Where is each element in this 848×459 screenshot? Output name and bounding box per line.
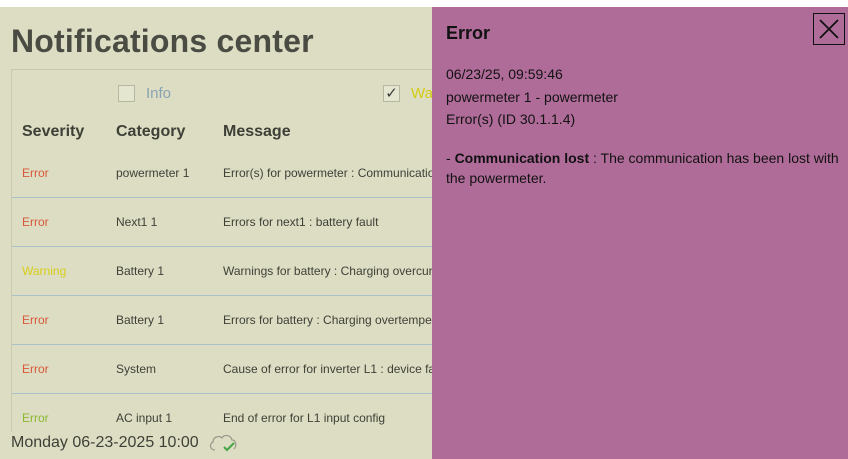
error-detail-overlay: Error 06/23/25, 09:59:46 powermeter 1 - … — [432, 7, 848, 459]
detail-item: - Communication lost : The communication… — [446, 148, 848, 188]
category-cell: Next1 1 — [116, 215, 158, 229]
table-row[interactable]: Error Next1 1 Errors for next1 : battery… — [12, 198, 452, 247]
column-category[interactable]: Category — [116, 123, 185, 141]
severity-cell: Error — [22, 166, 49, 180]
filter-info[interactable]: Info — [118, 85, 171, 102]
severity-cell: Error — [22, 411, 49, 425]
severity-cell: Error — [22, 362, 49, 376]
detail-source: powermeter 1 - powermeter — [446, 89, 618, 105]
close-icon — [819, 19, 839, 39]
table-row[interactable]: Error AC input 1 End of error for L1 inp… — [12, 394, 452, 432]
message-cell: Errors for next1 : battery fault — [223, 215, 379, 229]
detail-item-name: Communication lost — [454, 150, 590, 166]
detail-item-prefix: - — [446, 150, 455, 166]
notification-list: Error powermeter 1 Error(s) for powermet… — [12, 149, 452, 432]
table-row[interactable]: Error System Cause of error for inverter… — [12, 345, 452, 394]
detail-timestamp: 06/23/25, 09:59:46 — [446, 66, 563, 82]
category-cell: System — [116, 362, 157, 376]
message-cell: Error(s) for powermeter : Communication … — [223, 166, 453, 180]
cloud-check-icon — [209, 434, 237, 452]
message-cell: Errors for battery : Charging overtemper… — [223, 313, 453, 327]
table-row[interactable]: Error powermeter 1 Error(s) for powermet… — [12, 149, 452, 198]
message-cell: End of error for L1 input config — [223, 411, 386, 425]
column-severity[interactable]: Severity — [22, 123, 84, 141]
table-header: Severity Category Message — [12, 123, 452, 147]
category-cell: AC input 1 — [116, 411, 173, 425]
notifications-panel: Info ✓ Warning Severity Category Message… — [11, 69, 453, 432]
status-datetime: Monday 06-23-2025 10:00 — [11, 434, 199, 451]
table-row[interactable]: Error Battery 1 Errors for battery : Cha… — [12, 296, 452, 345]
page-title: Notifications center — [11, 23, 314, 59]
severity-cell: Warning — [22, 264, 67, 278]
table-row[interactable]: Warning Battery 1 Warnings for battery :… — [12, 247, 452, 296]
message-cell: Cause of error for inverter L1 : device … — [223, 362, 448, 376]
category-cell: Battery 1 — [116, 264, 165, 278]
severity-cell: Error — [22, 313, 49, 327]
severity-cell: Error — [22, 215, 49, 229]
info-checkbox[interactable] — [118, 85, 135, 102]
close-button[interactable] — [813, 13, 845, 45]
detail-error-id: Error(s) (ID 30.1.1.4) — [446, 111, 576, 127]
column-message[interactable]: Message — [223, 123, 291, 141]
category-cell: powermeter 1 — [116, 166, 190, 180]
warning-checkbox[interactable]: ✓ — [383, 85, 400, 102]
status-bar: Monday 06-23-2025 10:00 — [11, 432, 239, 454]
filter-info-label: Info — [146, 85, 172, 102]
message-cell: Warnings for battery : Charging overcurr… — [223, 264, 453, 278]
category-cell: Battery 1 — [116, 313, 165, 327]
detail-title: Error — [446, 23, 491, 43]
